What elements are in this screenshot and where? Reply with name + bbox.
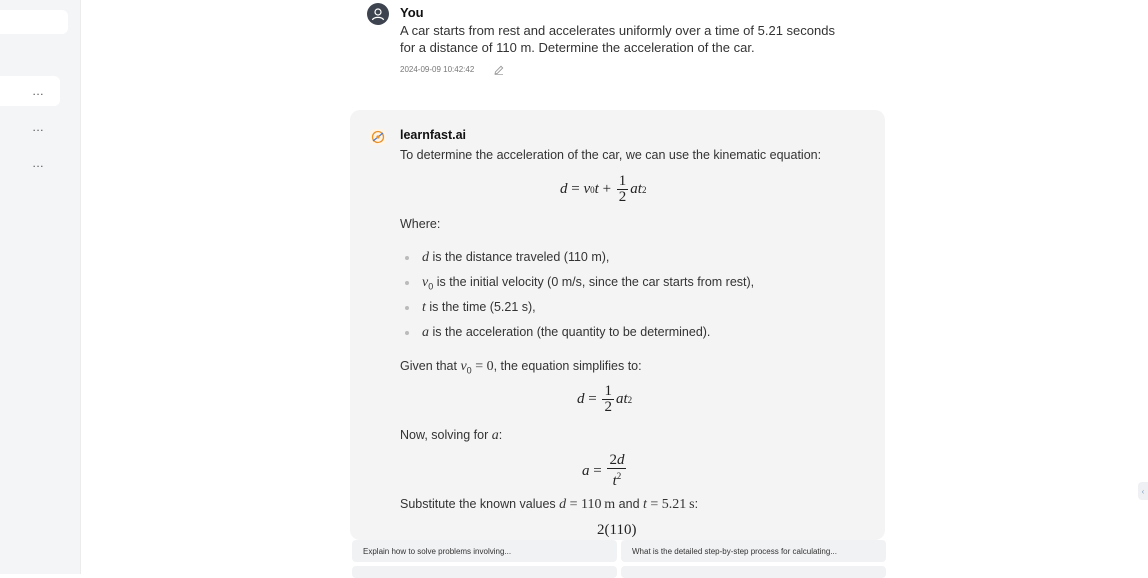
user-message-text: A car starts from rest and accelerates u… [400,23,835,55]
more-options-icon[interactable]: ... [32,120,44,134]
bullet-initial-velocity: v0 is the initial velocity (0 m/s, since… [422,275,755,292]
bullet-acceleration: a is the acceleration (the quantity to b… [422,325,711,340]
user-avatar [367,3,389,25]
sidebar-search[interactable] [0,10,68,34]
sidebar: ... ... ... [0,0,81,574]
suggestion-chip-3[interactable] [352,566,617,578]
suggestion-chip-4[interactable] [621,566,886,578]
sidebar-chat-item-2[interactable]: ... [0,112,60,142]
more-options-icon[interactable]: ... [32,156,44,170]
sidebar-chat-item-1[interactable]: ... [0,76,60,106]
kinematic-equation: d = v0t + 1 2 at 2 [560,173,647,205]
message-timestamp: 2024-09-09 10:42:42 [400,65,475,74]
bullet-dot [405,331,409,335]
substitute-text: Substitute the known values d = 110 m an… [400,497,699,512]
solving-text: Now, solving for a: [400,428,503,443]
bullet-dot [405,256,409,260]
bullet-distance: d is the distance traveled (110 m), [422,250,610,265]
suggestion-chip-2[interactable]: What is the detailed step-by-step proces… [621,540,886,562]
pencil-icon[interactable] [493,64,505,76]
more-options-icon[interactable]: ... [32,84,44,98]
assistant-message-card: learnfast.ai To determine the accelerati… [350,110,885,540]
where-label: Where: [400,217,441,231]
suggestion-chip-1[interactable]: Explain how to solve problems involving.… [352,540,617,562]
learnfast-logo-icon [370,129,386,145]
partial-formula: 2(110) [597,522,637,538]
given-text: Given that v0 = 0, the equation simplifi… [400,359,642,376]
user-icon [371,8,385,21]
bullet-time: t is the time (5.21 s), [422,300,536,315]
assistant-name: learnfast.ai [400,128,467,142]
user-name: You [400,5,424,20]
sidebar-chat-item-3[interactable]: ... [0,148,60,178]
intro-text: To determine the acceleration of the car… [400,148,822,162]
bullet-dot [405,281,409,285]
bullet-dot [405,306,409,310]
acceleration-equation: a = 2d t2 [582,452,627,489]
simplified-equation: d = 1 2 at 2 [577,383,633,415]
side-panel-toggle-icon[interactable]: ‹ [1138,482,1148,500]
